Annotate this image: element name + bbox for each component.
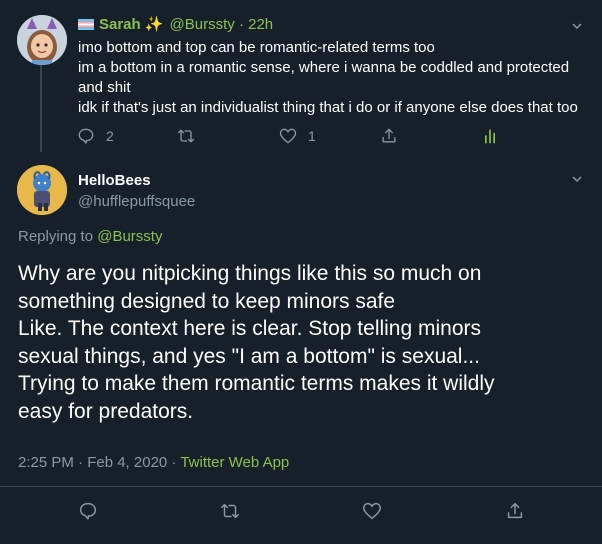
share-icon bbox=[382, 128, 396, 143]
tweet-meta: 2:25 PM · Feb 4, 2020 · Twitter Web App bbox=[18, 453, 289, 473]
replying-prefix: Replying to bbox=[18, 228, 98, 245]
analytics-icon bbox=[485, 129, 495, 144]
parent-tweet-text: imo bottom and top can be romantic-relat… bbox=[78, 38, 583, 118]
retweet-icon bbox=[221, 503, 239, 519]
retweet-button[interactable] bbox=[176, 126, 206, 146]
source-link[interactable]: Twitter Web App bbox=[180, 454, 289, 471]
reply-handle[interactable]: @hufflepuffsquee bbox=[78, 192, 195, 212]
reply-line: easy for predators. bbox=[18, 399, 194, 423]
like-button[interactable] bbox=[361, 500, 383, 522]
like-count: 1 bbox=[308, 128, 316, 144]
chevron-down-icon[interactable] bbox=[571, 173, 583, 185]
parent-display-name[interactable]: Sarah ✨ bbox=[99, 16, 164, 33]
retweet-button[interactable] bbox=[219, 500, 241, 522]
replying-to-link[interactable]: @Burssty bbox=[97, 228, 162, 245]
avatar-hellobees[interactable] bbox=[17, 165, 67, 215]
reply-icon bbox=[78, 128, 94, 144]
reply-count: 2 bbox=[106, 128, 114, 144]
chevron-down-icon[interactable] bbox=[571, 20, 583, 32]
parent-line: and shit bbox=[78, 79, 131, 96]
retweet-icon bbox=[177, 129, 195, 143]
reply-line: sexual things, and yes "I am a bottom" i… bbox=[18, 344, 480, 368]
reply-tweet-text: Why are you nitpicking things like this … bbox=[18, 260, 593, 425]
parent-handle-time[interactable]: @Burssty · 22h bbox=[170, 16, 274, 33]
heart-icon bbox=[279, 128, 297, 144]
share-button[interactable] bbox=[504, 500, 526, 522]
avatar-sarah[interactable] bbox=[17, 15, 67, 65]
share-icon bbox=[507, 502, 523, 519]
timestamp[interactable]: 2:25 PM · Feb 4, 2020 · bbox=[18, 454, 180, 471]
heart-icon bbox=[363, 502, 381, 520]
parent-line: im a bottom in a romantic sense, where i… bbox=[78, 59, 570, 76]
reply-button[interactable] bbox=[77, 500, 99, 522]
reply-line: Trying to make them romantic terms makes… bbox=[18, 372, 495, 395]
replying-to: Replying to @Burssty bbox=[18, 227, 162, 247]
parent-tweet-actions: 2 1 bbox=[76, 126, 506, 148]
reply-display-name[interactable]: HelloBees bbox=[78, 171, 151, 191]
like-button[interactable]: 1 bbox=[278, 126, 316, 146]
avatar-image bbox=[17, 15, 67, 65]
reply-tweet-actions bbox=[0, 500, 602, 524]
thread-connector bbox=[40, 62, 42, 152]
reply-icon bbox=[79, 502, 97, 520]
reply-button[interactable]: 2 bbox=[76, 126, 114, 146]
analytics-button[interactable] bbox=[480, 126, 500, 146]
parent-line: idk if that's just an individualist thin… bbox=[78, 99, 578, 116]
trans-flag-icon bbox=[78, 19, 94, 30]
divider bbox=[0, 486, 602, 487]
parent-tweet-header: Sarah ✨ @Burssty · 22h bbox=[78, 15, 273, 35]
share-button[interactable] bbox=[379, 126, 399, 146]
reply-line: something designed to keep minors safe bbox=[18, 289, 396, 313]
parent-line: imo bottom and top can be romantic-relat… bbox=[78, 39, 435, 56]
avatar-image bbox=[17, 165, 67, 215]
reply-line: Like. The context here is clear. Stop te… bbox=[18, 317, 482, 340]
reply-line: Why are you nitpicking things like this … bbox=[18, 262, 482, 285]
